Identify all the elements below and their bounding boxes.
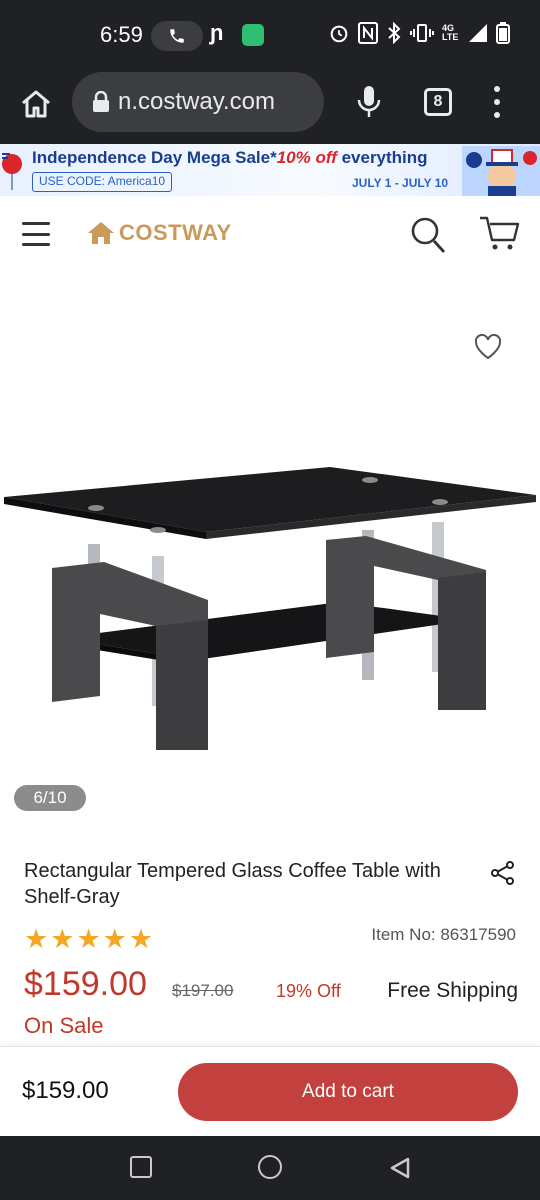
share-icon[interactable] [490,860,516,886]
search-icon[interactable] [410,216,446,254]
balloon-icon [2,153,22,190]
more-vert-icon[interactable] [490,86,504,118]
microphone-icon[interactable] [354,84,384,120]
home-icon[interactable] [18,86,54,122]
add-to-cart-button[interactable]: Add to cart [178,1063,518,1121]
recents-icon[interactable] [130,1156,152,1178]
promo-banner[interactable]: Independence Day Mega Sale*10% off every… [0,144,540,196]
back-icon[interactable] [388,1156,412,1180]
promo-dates: JULY 1 - JULY 10 [352,176,449,190]
star-icon: ★ [24,924,49,954]
item-number: Item No: 86317590 [371,925,516,944]
gallery-counter: 6/10 [14,785,86,811]
free-shipping-label: Free Shipping [387,979,518,1002]
promo-code: USE CODE: America10 [32,172,173,192]
promo-title-highlight: 10% off [276,148,337,167]
costway-logo[interactable]: COSTWAY [86,220,232,246]
product-title: Rectangular Tempered Glass Coffee Table … [24,860,441,908]
logo-house-icon [88,222,114,244]
promo-title: Independence Day Mega Sale*10% off every… [32,148,428,168]
rating-stars[interactable]: ★ ★ ★ ★ ★ [24,925,153,953]
vibrate-icon [410,24,434,42]
star-icon: ★ [128,924,154,954]
app-green-icon [242,24,264,46]
star-icon: ★ [50,924,75,954]
discount-label: 19% Off [276,981,341,1001]
status-time: 6:59 [100,22,143,47]
home-circle-icon[interactable] [258,1155,282,1179]
uncle-sam-illustration-icon [462,146,540,196]
site-header: COSTWAY [0,196,540,274]
system-nav-bar [0,1136,540,1200]
phone-icon [151,21,203,51]
promo-title-prefix: Independence Day Mega Sale* [32,148,277,167]
alarm-icon [330,25,348,43]
nfc-icon [358,22,378,44]
network-label: 4G LTE [442,23,459,42]
price-current: $159.00 [24,965,147,1003]
app-n-icon: ɲ [210,20,224,45]
price-row: $159.00 $197.00 19% Off Free Shipping [24,965,520,1011]
tabs-icon[interactable]: 8 [424,88,452,116]
url-field[interactable]: n.costway.com [72,72,324,132]
sticky-cart-bar: $159.00 Add to cart [0,1046,540,1136]
browser-toolbar: n.costway.com 8 [0,70,540,144]
signal-icon [469,24,487,42]
lock-icon [93,91,109,112]
product-gallery[interactable]: 6/10 [0,274,540,830]
status-bar: 6:59 ɲ 4G LTE [0,0,540,70]
cart-bar-price: $159.00 [22,1077,109,1104]
menu-icon[interactable] [22,222,50,246]
star-icon: ★ [102,924,127,954]
product-image [4,467,536,750]
heart-icon[interactable] [474,333,502,360]
price-original: $197.00 [172,981,234,1000]
url-text: n.costway.com [118,88,275,115]
logo-text: COSTWAY [119,220,232,245]
promo-title-suffix: everything [336,148,428,167]
battery-icon [496,22,510,44]
on-sale-label: On Sale [24,1013,104,1038]
cart-icon[interactable] [478,214,520,252]
bluetooth-icon [388,22,401,44]
star-icon: ★ [76,924,101,954]
